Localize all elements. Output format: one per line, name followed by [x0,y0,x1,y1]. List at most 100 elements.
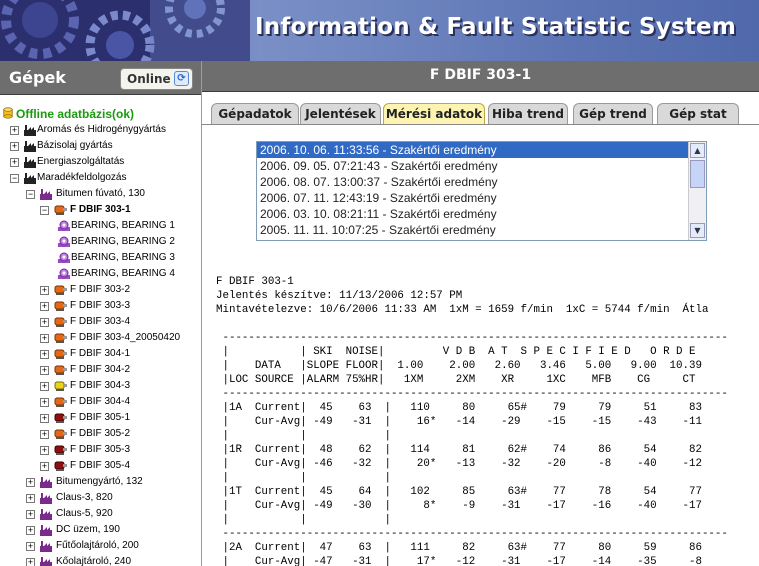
expand-icon[interactable]: + [40,414,49,423]
app-banner: Information & Fault Statistic System [0,0,759,61]
tab-jelent-sek[interactable]: Jelentések [300,103,381,124]
machine-icon [54,429,67,439]
list-scrollbar[interactable]: ▲ ▼ [688,142,706,240]
app-title: Information & Fault Statistic System [255,14,737,40]
expand-icon[interactable]: + [10,158,19,167]
measurement-item[interactable]: 2005. 11. 11. 10:07:25 - Szakértői eredm… [257,222,706,238]
online-label: Online [127,72,171,86]
measurement-item[interactable]: 2006. 07. 11. 12:43:19 - Szakértői eredm… [257,190,706,206]
machine-icon [54,205,67,215]
tab-hiba-trend[interactable]: Hiba trend [488,103,568,124]
tab-g-padatok[interactable]: Gépadatok [211,103,299,124]
tree-item-label: F DBIF 304-4 [70,396,131,407]
scroll-thumb[interactable] [690,160,705,188]
tree-item-label: Bázisolaj gyártás [37,140,113,151]
online-toggle-button[interactable]: Online ⟳ [120,68,193,90]
machine-icon [54,317,67,327]
expand-icon[interactable]: + [40,302,49,311]
expand-icon[interactable]: + [40,382,49,391]
expand-icon[interactable]: + [40,286,49,295]
tab-g-p-trend[interactable]: Gép trend [573,103,653,124]
sidebar-header: Gépek Online ⟳ [0,61,201,95]
measurement-item[interactable]: 2006. 03. 10. 08:21:11 - Szakértői eredm… [257,206,706,222]
tree-item-label: DC üzem, 190 [56,524,120,535]
tree-item-label: Bitumengyártó, 132 [56,476,143,487]
database-icon [3,107,13,119]
tree-item-label: F DBIF 305-2 [70,428,131,439]
tree-item-label: Kőolajtároló, 240 [56,556,132,566]
machine-red-icon [54,413,67,423]
scroll-up-icon[interactable]: ▲ [690,143,705,158]
tree-item-label: F DBIF 303-3 [70,300,131,311]
unit-icon [40,509,52,520]
machine-red-icon [54,445,67,455]
machine-icon [54,365,67,375]
tree-item-label: BEARING, BEARING 4 [71,268,175,279]
main-panel: F DBIF 303-1 Gépadatok Jelentések Mérési a… [202,61,759,566]
tree-item-label: F DBIF 305-4 [70,460,131,471]
plant-icon [24,157,36,168]
expand-icon[interactable]: + [26,542,35,551]
tab-g-p-stat[interactable]: Gép stat [657,103,739,124]
collapse-icon[interactable]: − [26,190,35,199]
expand-icon[interactable]: + [40,366,49,375]
measurement-report: F DBIF 303-1 Jelentés készítve: 11/13/20… [216,276,728,566]
machine-icon [54,349,67,359]
measurement-items: 2006. 10. 06. 11:33:56 - Szakértői eredm… [257,142,706,238]
expand-icon[interactable]: + [40,334,49,343]
tree-item-label: BEARING, BEARING 2 [71,236,175,247]
expand-icon[interactable]: + [26,494,35,503]
unit-icon [40,189,52,200]
expand-icon[interactable]: + [40,398,49,407]
measurement-item[interactable]: 2006. 09. 05. 07:21:43 - Szakértői eredm… [257,158,706,174]
expand-icon[interactable]: + [40,350,49,359]
machine-tree-panel: Gépek Online ⟳ Offline adatbázis(ok) + Ar… [0,61,202,566]
plant-icon [24,141,36,152]
tree-item-label: Claus-5, 920 [56,508,113,519]
bearing-icon [58,236,70,247]
machine-icon [54,301,67,311]
expand-icon[interactable]: + [40,430,49,439]
unit-icon [40,525,52,536]
machine-title: F DBIF 303-1 [202,61,759,92]
machine-red-icon [54,461,67,471]
measurement-list[interactable]: 2006. 10. 06. 11:33:56 - Szakértői eredm… [256,141,707,241]
gears-decoration [0,0,250,61]
tab-m-r-si-adatok[interactable]: Mérési adatok [383,103,485,124]
tree-root-label: Offline adatbázis(ok) [16,107,135,121]
unit-icon [40,557,52,566]
plant-icon [24,125,36,136]
expand-icon[interactable]: + [40,462,49,471]
measurement-item[interactable]: 2006. 08. 07. 13:00:37 - Szakértői eredm… [257,174,706,190]
machine-icon [54,397,67,407]
plant-icon [24,173,36,184]
expand-icon[interactable]: + [40,318,49,327]
machine-icon [54,285,67,295]
tab-bar: Gépadatok Jelentések Mérési adatok Hiba tre… [202,92,759,125]
tree-item-label: Fűtőolajtároló, 200 [56,540,139,551]
tree-item-label: F DBIF 304-3 [70,380,131,391]
collapse-icon[interactable]: − [10,174,19,183]
tree-item-label: BEARING, BEARING 3 [71,252,175,263]
sidebar-title: Gépek [9,68,66,87]
expand-icon[interactable]: + [10,126,19,135]
expand-icon[interactable]: + [10,142,19,151]
tree-item-label: F DBIF 303-4 [70,316,131,327]
unit-icon [40,477,52,488]
scroll-down-icon[interactable]: ▼ [690,223,705,238]
expand-icon[interactable]: + [26,510,35,519]
collapse-icon[interactable]: − [40,206,49,215]
tree-item-label: F DBIF 305-3 [70,444,131,455]
expand-icon[interactable]: + [26,526,35,535]
bearing-icon [58,268,70,279]
measurement-item[interactable]: 2006. 10. 06. 11:33:56 - Szakértői eredm… [257,142,706,158]
expand-icon[interactable]: + [26,558,35,566]
tree-item-label: Claus-3, 820 [56,492,113,503]
tree-item-label: F DBIF 303-4_20050420 [70,332,181,343]
tree-item-label: F DBIF 303-1 [70,204,131,215]
bearing-icon [58,252,70,263]
tree-item-label: F DBIF 305-1 [70,412,131,423]
expand-icon[interactable]: + [40,446,49,455]
expand-icon[interactable]: + [26,478,35,487]
unit-icon [40,541,52,552]
